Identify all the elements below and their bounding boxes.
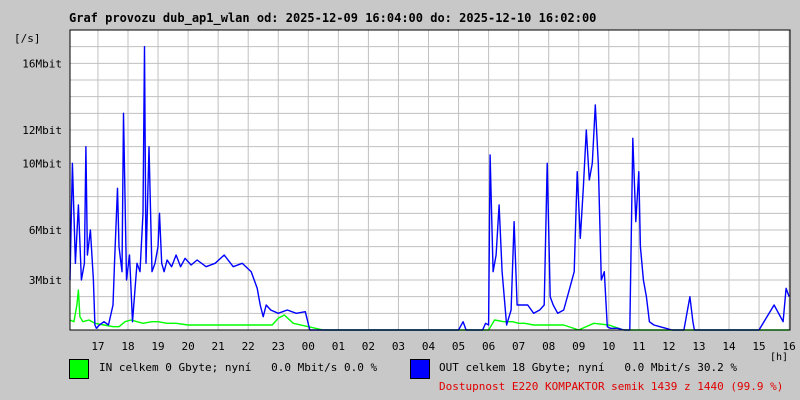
x-tick-label: 03 [392, 340, 405, 353]
in-legend-text: IN celkem 0 Gbyte; nyní 0.0 Mbit/s 0.0 % [99, 361, 378, 374]
availability-text: Dostupnost E220 KOMPAKTOR semik 1439 z 1… [439, 380, 784, 393]
x-tick-label: 06 [482, 340, 495, 353]
x-tick-label: 13 [692, 340, 705, 353]
x-tick-label: 14 [722, 340, 736, 353]
y-tick-label: 6Mbit [29, 224, 62, 237]
x-tick-label: 00 [302, 340, 315, 353]
y-tick-label: 16Mbit [22, 57, 62, 70]
out-legend-text: OUT celkem 18 Gbyte; nyní 0.0 Mbit/s 30.… [439, 361, 738, 374]
x-tick-label: 08 [542, 340, 555, 353]
x-tick-label: 21 [212, 340, 225, 353]
x-tick-label: 17 [91, 340, 104, 353]
out-legend-swatch [410, 359, 430, 379]
y-tick-label: 12Mbit [22, 124, 62, 137]
x-tick-label: 12 [662, 340, 675, 353]
y-tick-label: 10Mbit [22, 157, 62, 170]
x-tick-label: 05 [452, 340, 465, 353]
x-tick-label: 22 [242, 340, 255, 353]
x-tick-label: 23 [272, 340, 285, 353]
traffic-chart: 17 18 19 20 21 22 23 00 01 02 03 04 05 06 07 08 09 10 11 12… [14, 29, 796, 363]
x-tick-label: 15 [752, 340, 765, 353]
x-tick-label: 07 [512, 340, 525, 353]
x-tick-label: 01 [332, 340, 345, 353]
y-axis-label: [/s] [14, 32, 41, 45]
x-tick-label: 04 [422, 340, 436, 353]
x-axis-label: [h] [770, 352, 788, 363]
x-tick-label: 11 [632, 340, 645, 353]
x-tick-label: 09 [572, 340, 585, 353]
y-tick-label: 3Mbit [29, 274, 62, 287]
x-tick-label: 02 [362, 340, 375, 353]
x-tick-label: 19 [151, 340, 164, 353]
in-legend-swatch [69, 359, 89, 379]
x-tick-label: 20 [181, 340, 194, 353]
x-tick-label: 10 [602, 340, 615, 353]
x-tick-label: 18 [121, 340, 134, 353]
